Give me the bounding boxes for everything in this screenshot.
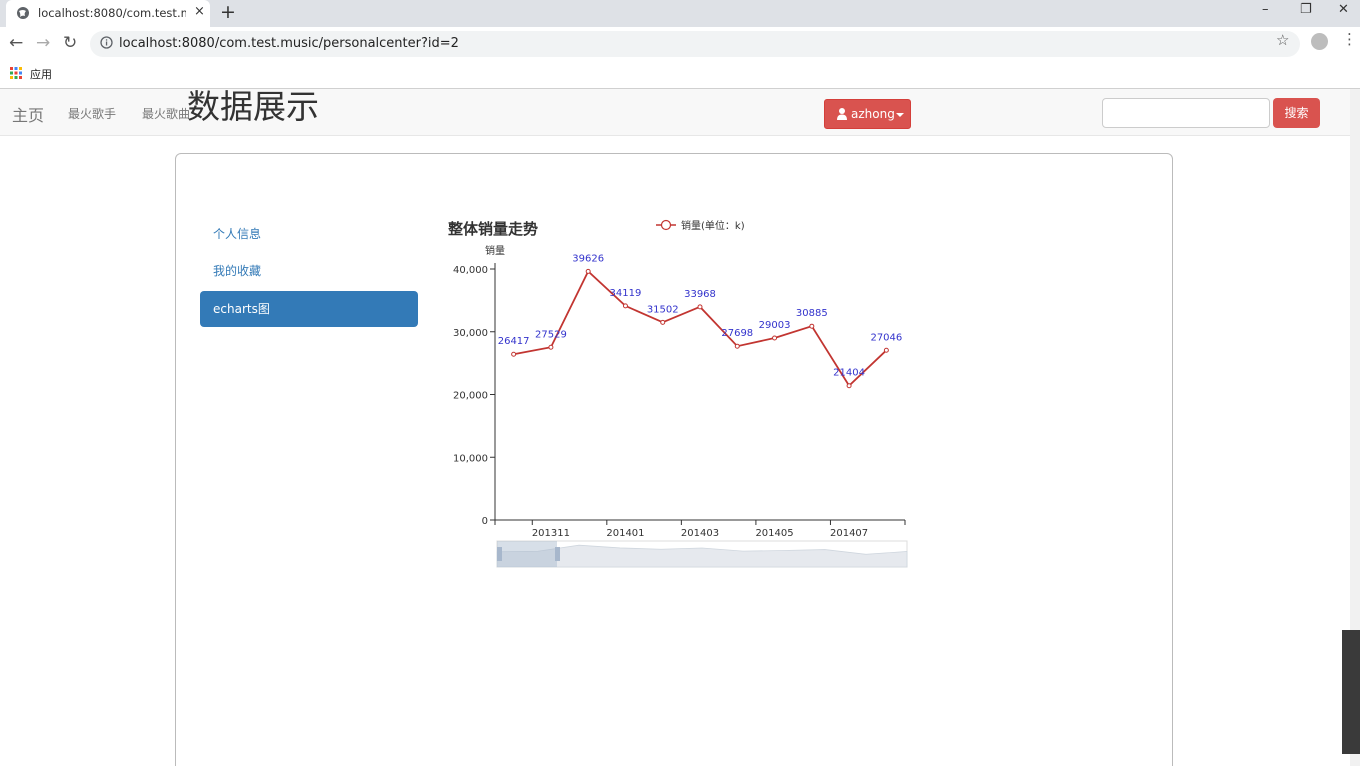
- nav-home-link[interactable]: 主页: [12, 102, 44, 126]
- data-point[interactable]: [883, 347, 889, 353]
- data-label: 39626: [572, 253, 604, 264]
- page-title: 数据展示: [187, 87, 319, 126]
- user-name: azhong: [851, 107, 895, 121]
- chart-svg: 整体销量走势 销量(单位：k) 销量 40,000 30,000 20,000 10,…: [448, 219, 908, 568]
- x-tick-label: 201405: [755, 528, 793, 539]
- apps-bookmark[interactable]: 应用: [30, 66, 52, 82]
- data-label: 21404: [833, 368, 865, 379]
- data-zoom-slider[interactable]: [496, 540, 908, 568]
- series-line: [511, 268, 889, 389]
- data-point[interactable]: [548, 344, 554, 350]
- scrollbar-thumb[interactable]: [1342, 630, 1360, 754]
- x-tick-label: 201403: [681, 528, 719, 539]
- sidebar-item-profile[interactable]: 个人信息: [200, 216, 418, 252]
- data-label: 34119: [610, 288, 642, 299]
- x-axis: 201311 201401 201403 201405 201407: [494, 519, 906, 539]
- y-tick-label: 30,000: [453, 328, 488, 339]
- apps-grid-icon[interactable]: [10, 67, 22, 79]
- x-tick-label: 201311: [532, 528, 570, 539]
- tab-close-icon[interactable]: ×: [194, 4, 205, 19]
- profile-avatar[interactable]: [1311, 33, 1328, 50]
- nav-hot-singers-link[interactable]: 最火歌手: [68, 105, 116, 122]
- data-label: 31502: [647, 304, 679, 315]
- data-point[interactable]: [734, 343, 740, 349]
- data-point[interactable]: [622, 303, 628, 309]
- data-label: 27529: [535, 329, 567, 340]
- y-tick-label: 40,000: [453, 265, 488, 276]
- close-window-button[interactable]: ✕: [1338, 2, 1349, 17]
- nav-hot-songs-link[interactable]: 最火歌曲: [142, 105, 190, 122]
- reload-icon[interactable]: ↻: [63, 33, 77, 53]
- y-tick-label: 10,000: [453, 453, 488, 464]
- search-button[interactable]: 搜索: [1273, 98, 1320, 128]
- info-icon[interactable]: [100, 36, 113, 49]
- menu-icon[interactable]: ⋮: [1342, 30, 1357, 48]
- back-icon[interactable]: ←: [9, 33, 23, 53]
- data-point[interactable]: [585, 268, 591, 274]
- forward-icon[interactable]: →: [36, 33, 50, 53]
- data-label: 33968: [684, 289, 716, 300]
- zoom-handle-right[interactable]: [555, 547, 560, 561]
- data-point[interactable]: [809, 323, 815, 329]
- user-icon: [837, 108, 847, 120]
- x-tick-label: 201401: [606, 528, 644, 539]
- data-label: 30885: [796, 308, 828, 319]
- browser-toolbar: ← → ↻ localhost:8080/com.test.music/pers…: [0, 27, 1360, 61]
- data-label: 29003: [759, 320, 791, 331]
- tab-strip: localhost:8080/com.test.music × + – ❐ ✕: [0, 0, 1360, 27]
- y-tick-label: 20,000: [453, 391, 488, 402]
- chart-legend[interactable]: 销量(单位：k): [656, 219, 745, 232]
- sidebar-item-echarts[interactable]: echarts图: [200, 291, 418, 327]
- chart-title: 整体销量走势: [448, 220, 538, 238]
- bookmark-star-icon[interactable]: ☆: [1276, 31, 1289, 49]
- x-tick-label: 201407: [830, 528, 868, 539]
- url-text[interactable]: localhost:8080/com.test.music/personalce…: [119, 36, 459, 51]
- y-axis-ticks: 40,000 30,000 20,000 10,000 0: [453, 263, 496, 527]
- caret-down-icon: [896, 113, 904, 117]
- data-label: 27698: [721, 328, 753, 339]
- data-point[interactable]: [772, 335, 778, 341]
- new-tab-button[interactable]: +: [220, 1, 236, 23]
- data-point[interactable]: [846, 383, 852, 389]
- address-bar[interactable]: localhost:8080/com.test.music/personalce…: [90, 31, 1300, 57]
- tab-title: localhost:8080/com.test.music: [38, 6, 186, 20]
- sales-trend-chart: 整体销量走势 销量(单位：k) 销量 40,000 30,000 20,000 10,…: [440, 124, 920, 568]
- search-input[interactable]: [1102, 98, 1270, 128]
- y-axis-label: 销量: [485, 244, 505, 257]
- data-point[interactable]: [660, 319, 666, 325]
- minimize-button[interactable]: –: [1262, 2, 1269, 17]
- restore-button[interactable]: ❐: [1300, 2, 1312, 17]
- data-label: 26417: [498, 336, 530, 347]
- sidebar-item-favorites[interactable]: 我的收藏: [200, 253, 418, 289]
- globe-icon: [17, 7, 29, 19]
- zoom-selection[interactable]: [497, 541, 557, 567]
- browser-tab[interactable]: localhost:8080/com.test.music ×: [6, 0, 210, 27]
- legend-label: 销量(单位：k): [681, 219, 745, 232]
- data-labels: 26417 27529 39626 34119 31502 33968 27698 29003…: [498, 253, 903, 378]
- zoom-handle-left[interactable]: [497, 547, 502, 561]
- legend-marker-icon: [660, 219, 672, 231]
- data-label: 27046: [870, 332, 902, 343]
- data-point[interactable]: [697, 304, 703, 310]
- data-point[interactable]: [511, 351, 517, 357]
- y-tick-label: 0: [482, 516, 488, 527]
